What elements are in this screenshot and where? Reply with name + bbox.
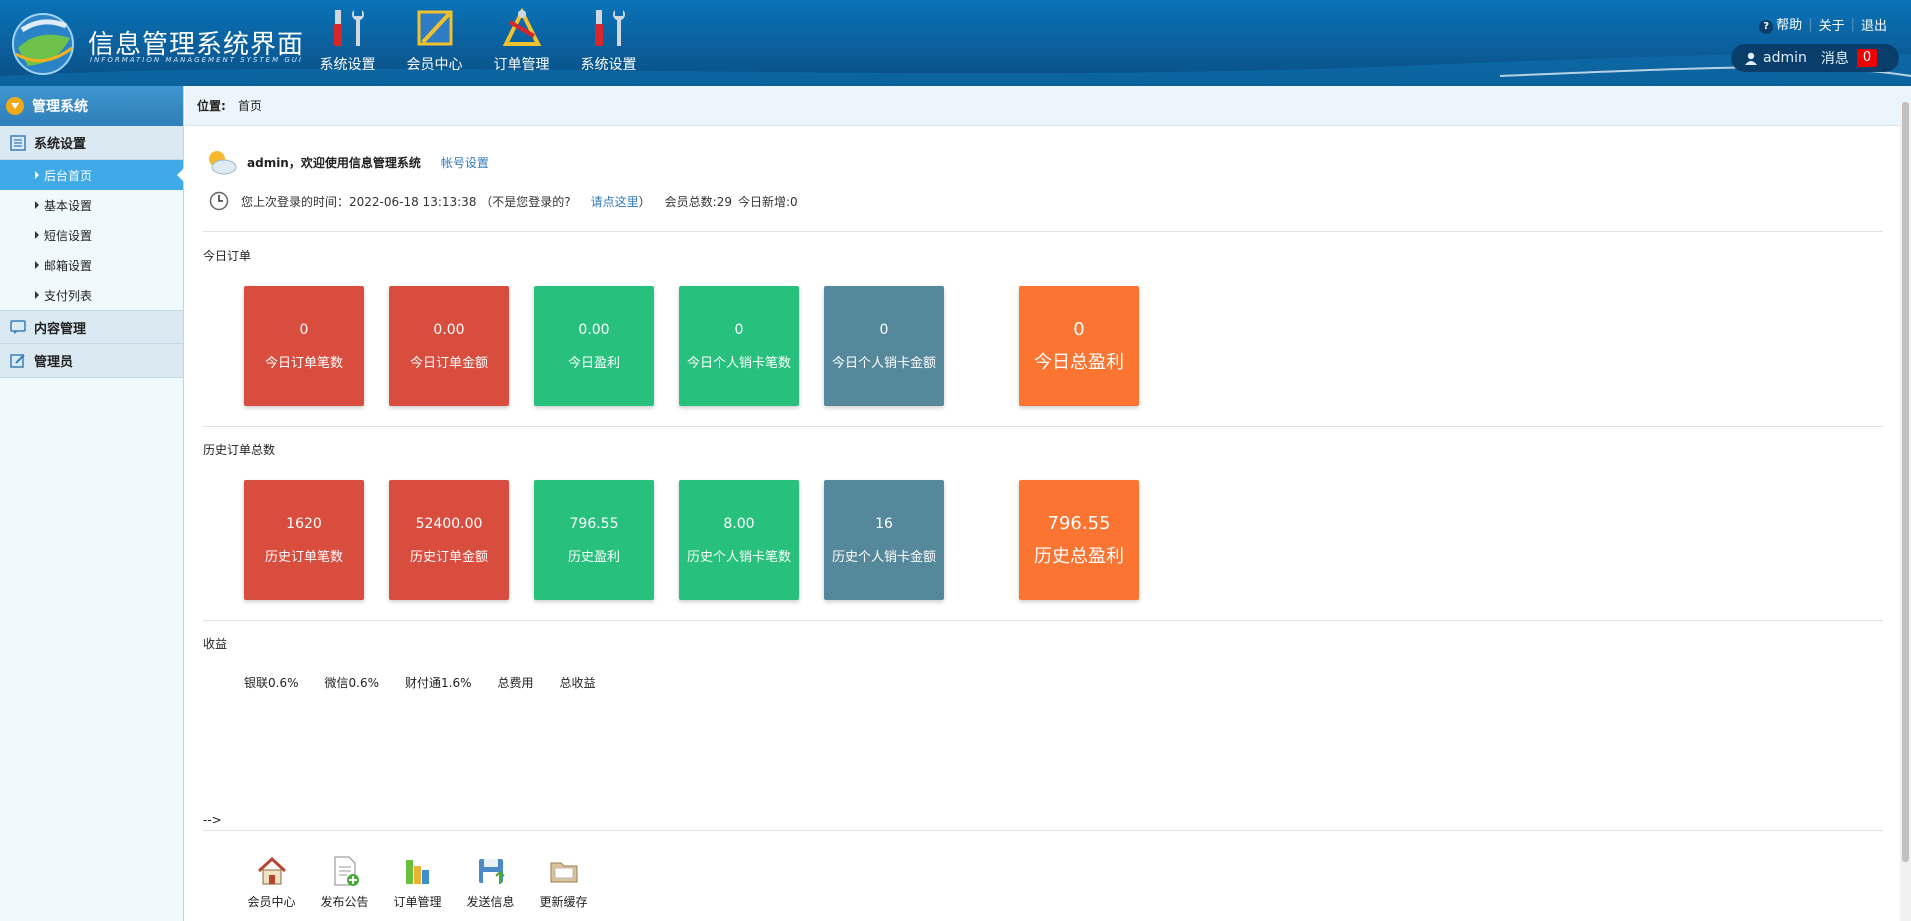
user-name[interactable]: admin [1763, 50, 1807, 66]
stat-card: 0 今日订单笔数 [244, 286, 364, 406]
stat-card-total: 0 今日总盈利 [1019, 286, 1139, 406]
nav-system-settings[interactable]: 系统设置 [304, 6, 391, 76]
bar-chart-icon [405, 860, 429, 884]
top-links: ? 帮助 | 关于 | 退出 [1759, 14, 1887, 34]
divider [203, 426, 1883, 427]
list-icon [10, 134, 26, 151]
last-login-line: 您上次登录的时间：2022-06-18 13:13:38 （不是您登录的? 请点… [209, 191, 804, 211]
sidebar-section-content[interactable]: 内容管理 [0, 310, 183, 344]
today-new: 今日新增:0 [738, 194, 798, 209]
quick-post-notice[interactable]: 发布公告 [317, 854, 372, 910]
vertical-scrollbar[interactable] [1900, 102, 1911, 921]
sidebar-item-sms-settings[interactable]: 短信设置 [0, 220, 183, 250]
today-orders-heading: 今日订单 [203, 249, 252, 263]
quick-order-management[interactable]: 订单管理 [390, 854, 445, 910]
income-heading: 收益 [203, 637, 228, 651]
house-icon [257, 856, 286, 885]
weather-sun-cloud-icon [209, 151, 237, 175]
messages-count-badge[interactable]: 0 [1856, 49, 1878, 67]
stat-card: 796.55 历史盈利 [534, 480, 654, 600]
nav-system-settings-2[interactable]: 系统设置 [565, 6, 652, 76]
header: 信息管理系统界面 INFORMATION MANAGEMENT SYSTEM G… [0, 0, 1911, 86]
folder-icon [550, 862, 577, 883]
sidebar-title: 管理系统 [32, 99, 88, 115]
last-login-text: 您上次登录的时间：2022-06-18 13:13:38 （不是您登录的? [241, 194, 571, 209]
quick-refresh-cache[interactable]: 更新缓存 [536, 854, 591, 910]
breadcrumb-current[interactable]: 首页 [238, 97, 262, 114]
help-link[interactable]: ? 帮助 [1759, 14, 1802, 34]
main-content: admin，欢迎使用信息管理系统 帐号设置 您上次登录的时间：2022-06-1… [185, 127, 1900, 921]
divider [203, 830, 1883, 831]
stat-card: 0 今日个人销卡笔数 [679, 286, 799, 406]
quick-links: 会员中心 发布公告 订单管理 发送信息 更新缓存 [244, 854, 591, 910]
document-add-icon [334, 856, 359, 886]
nav-member-center[interactable]: 会员中心 [391, 6, 478, 76]
quick-member-center[interactable]: 会员中心 [244, 854, 299, 910]
clock-icon [209, 191, 229, 211]
nav-label: 订单管理 [493, 57, 550, 73]
tools-icon [594, 10, 625, 46]
history-orders-heading: 历史订单总数 [203, 443, 276, 457]
divider [203, 231, 1883, 232]
sidebar-header[interactable]: 管理系统 [0, 86, 183, 126]
income-list: 银联0.6% 微信0.6% 财付通1.6% 总费用 总收益 [244, 674, 596, 691]
drafting-icon [502, 7, 541, 46]
scrollbar-thumb[interactable] [1902, 102, 1909, 862]
floppy-send-icon [478, 859, 505, 884]
app-subtitle: INFORMATION MANAGEMENT SYSTEM GUI [90, 56, 303, 64]
breadcrumb: 位置: 首页 [185, 86, 1911, 126]
sidebar-item-home[interactable]: 后台首页 [0, 160, 184, 190]
help-icon: ? [1759, 20, 1774, 34]
logo-globe-icon [12, 13, 74, 75]
stat-card: 8.00 历史个人销卡笔数 [679, 480, 799, 600]
sidebar-item-email-settings[interactable]: 邮箱设置 [0, 250, 183, 280]
click-here-link[interactable]: 请点这里 [591, 193, 639, 210]
ruler-icon [417, 10, 452, 46]
top-nav: 系统设置 会员中心 订单管理 系统设置 [304, 6, 652, 76]
close-paren: ） [638, 194, 651, 209]
income-item: 微信0.6% [324, 676, 380, 690]
history-cards: 1620 历史订单笔数 52400.00 历史订单金额 796.55 历史盈利 8.0… [244, 480, 1164, 600]
stat-card: 0.00 今日盈利 [534, 286, 654, 406]
sidebar-section-system-settings[interactable]: 系统设置 [0, 126, 183, 160]
sidebar: 管理系统 系统设置 后台首页 基本设置 短信设置 邮箱设置 支付列表 内容管理 … [0, 86, 184, 921]
income-item: 财付通1.6% [405, 676, 472, 690]
member-total: 会员总数:29 [664, 194, 732, 209]
quick-send-message[interactable]: 发送信息 [463, 854, 518, 910]
user-bar: admin 消息 0 [1731, 44, 1899, 72]
breadcrumb-label: 位置: [197, 99, 226, 113]
stray-comment-text: --> [203, 813, 222, 827]
nav-label: 系统设置 [319, 57, 376, 73]
sidebar-item-payment-list[interactable]: 支付列表 [0, 280, 183, 310]
divider: | [1850, 16, 1855, 32]
user-icon [1745, 52, 1757, 65]
edit-icon [10, 353, 25, 368]
income-item: 总费用 [497, 676, 534, 690]
stat-card: 0 今日个人销卡金额 [824, 286, 944, 406]
welcome-line: admin，欢迎使用信息管理系统 帐号设置 [205, 149, 489, 175]
nav-label: 系统设置 [580, 57, 637, 73]
welcome-text: admin，欢迎使用信息管理系统 [247, 155, 421, 170]
income-item: 总收益 [559, 676, 596, 690]
stat-card: 0.00 今日订单金额 [389, 286, 509, 406]
stat-card: 16 历史个人销卡金额 [824, 480, 944, 600]
tools-icon [333, 10, 364, 46]
sidebar-section-admins[interactable]: 管理员 [0, 344, 183, 378]
divider: | [1808, 16, 1813, 32]
logout-link[interactable]: 退出 [1861, 15, 1887, 34]
messages-link[interactable]: 消息 [1821, 48, 1849, 68]
stat-card: 52400.00 历史订单金额 [389, 480, 509, 600]
nav-order-management[interactable]: 订单管理 [478, 6, 565, 76]
nav-label: 会员中心 [406, 57, 463, 73]
today-cards: 0 今日订单笔数 0.00 今日订单金额 0.00 今日盈利 0 今日个人销卡笔数 0今… [244, 286, 1164, 406]
stat-card-total: 796.55 历史总盈利 [1019, 480, 1139, 600]
sidebar-item-basic-settings[interactable]: 基本设置 [0, 190, 183, 220]
stat-card: 1620 历史订单笔数 [244, 480, 364, 600]
divider [203, 620, 1883, 621]
chat-icon [10, 320, 26, 334]
income-item: 银联0.6% [244, 676, 299, 690]
about-link[interactable]: 关于 [1819, 15, 1845, 34]
account-settings-link[interactable]: 帐号设置 [441, 154, 489, 171]
chevron-down-icon [6, 97, 24, 115]
